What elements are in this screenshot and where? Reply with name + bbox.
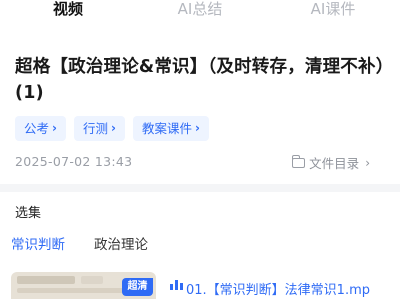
upload-date: 2025-07-02 13:43: [15, 154, 133, 169]
chevron-right-icon: ›: [52, 121, 57, 135]
section-divider: [0, 184, 400, 192]
chevron-right-icon: ›: [365, 155, 370, 170]
course-title: 超格【政治理论&常识】（及时转存，清理不补）(1): [15, 57, 385, 103]
tab-ai-summary[interactable]: AI总结: [178, 0, 223, 18]
episode-category-tabs: 常识判断 政治理论: [11, 233, 148, 253]
tab-ai-courseware[interactable]: AI课件: [311, 0, 356, 18]
tag-list: 公考 › 行测 › 教案课件 ›: [15, 116, 209, 141]
playing-bars-icon: [170, 280, 183, 290]
tag-label: 教案课件: [141, 121, 192, 136]
category-tab-zhengzhi[interactable]: 政治理论: [94, 233, 148, 253]
tag-gongkao[interactable]: 公考 ›: [15, 116, 66, 141]
chevron-right-icon: ›: [110, 121, 116, 135]
chevron-right-icon: ›: [194, 121, 200, 135]
episode-title: 01.【常识判断】法律常识1.mp: [186, 283, 370, 298]
file-catalog-link[interactable]: 文件目录 ›: [291, 153, 370, 172]
tag-label: 行测: [82, 121, 108, 136]
episode-item[interactable]: 超清 01.【常识判断】法律常识1.mp: [0, 272, 400, 299]
folder-icon: [291, 155, 306, 168]
tag-label: 公考: [24, 121, 50, 136]
episodes-heading: 选集: [15, 206, 42, 221]
quality-badge: 超清: [122, 278, 153, 296]
category-tab-changshi[interactable]: 常识判断: [11, 233, 65, 253]
tag-xingce[interactable]: 行测 ›: [73, 116, 125, 141]
catalog-label: 文件目录: [309, 156, 360, 171]
tab-video[interactable]: 视频: [53, 0, 83, 18]
tag-jiaoan[interactable]: 教案课件 ›: [132, 116, 209, 141]
content-tabs: 视频 AI总结 AI课件: [0, 0, 400, 24]
